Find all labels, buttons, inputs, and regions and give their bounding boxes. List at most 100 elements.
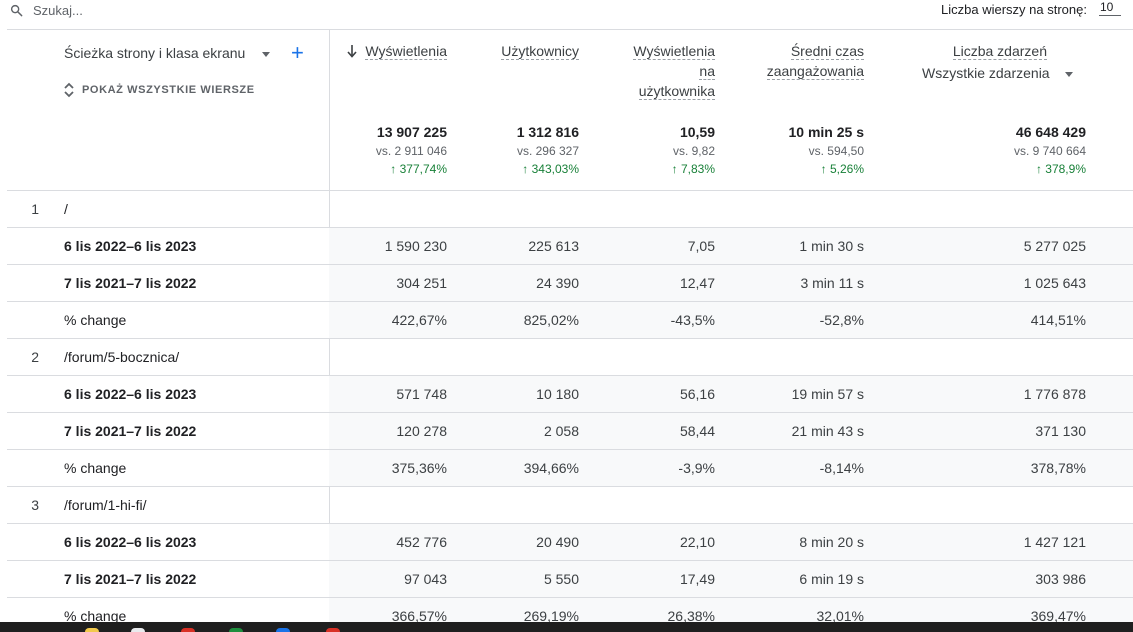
total-comparison: vs. 9 740 664 (1013, 144, 1086, 158)
total-value: 13 907 225 (376, 124, 447, 140)
dimension-selector[interactable]: Ścieżka strony i klasa ekranu (64, 45, 245, 61)
cell-users: 10 180 (536, 386, 579, 402)
cell-views: 571 748 (396, 386, 447, 402)
column-header-label: zaangażowania (766, 63, 864, 80)
cell-event-count: 369,47% (1030, 608, 1086, 622)
table-row-page[interactable]: 3 /forum/1-hi-fi/ (7, 486, 1133, 523)
cell-avg-engagement: -52,8% (819, 312, 864, 328)
cell-event-count: 371 130 (1035, 423, 1086, 439)
column-header-views-per-user[interactable]: Wyświetlenia na użytkownika (600, 41, 715, 101)
column-header-avg-engagement[interactable]: Średni czas zaangażowania (740, 41, 864, 81)
folder-icon[interactable] (85, 628, 99, 632)
cell-avg-engagement: 21 min 43 s (791, 423, 864, 439)
table-row-page[interactable]: 2 /forum/5-bocznica/ (7, 338, 1133, 375)
total-change: ↑ 343,03% (522, 162, 579, 176)
cell-event-count: 303 986 (1035, 571, 1086, 587)
cell-event-count: 1 776 878 (1023, 386, 1086, 402)
cell-avg-engagement: -8,14% (819, 460, 864, 476)
column-header-label: użytkownika (638, 83, 715, 100)
app-icon[interactable] (276, 628, 290, 632)
period-label: 6 lis 2022–6 lis 2023 (64, 534, 197, 550)
table-row-page[interactable]: 1 / (7, 190, 1133, 227)
period-label: 7 lis 2021–7 lis 2022 (64, 423, 197, 439)
cell-event-count: 378,78% (1030, 460, 1086, 476)
period-label: 7 lis 2021–7 lis 2022 (64, 275, 197, 291)
search-icon[interactable] (10, 4, 23, 17)
cell-avg-engagement: 1 min 30 s (799, 238, 864, 254)
total-value: 1 312 816 (516, 124, 579, 140)
header-divider (7, 29, 1133, 30)
cell-avg-engagement: 19 min 57 s (791, 386, 864, 402)
total-views-per-user: 10,59 vs. 9,82 ↑ 7,83% (600, 124, 715, 176)
app-icon[interactable] (229, 628, 243, 632)
cell-users: 20 490 (536, 534, 579, 550)
total-change: ↑ 377,74% (390, 162, 447, 176)
column-header-label: Liczba zdarzeń (952, 43, 1047, 60)
cell-avg-engagement: 6 min 19 s (799, 571, 864, 587)
browser-icon[interactable] (326, 628, 340, 632)
change-label: % change (64, 608, 127, 622)
cell-users: 269,19% (523, 608, 579, 622)
cell-event-count: 1 025 643 (1023, 275, 1086, 291)
row-index: 2 (31, 349, 39, 365)
column-header-label: Średni czas (790, 43, 864, 60)
cell-views: 120 278 (396, 423, 447, 439)
taskbar (0, 622, 1133, 632)
app-icon[interactable] (131, 628, 145, 632)
cell-users: 5 550 (543, 571, 579, 587)
cell-avg-engagement: 32,01% (816, 608, 864, 622)
cell-views-per-user: -3,9% (678, 460, 715, 476)
cell-views-per-user: 26,38% (667, 608, 715, 622)
total-users: 1 312 816 vs. 296 327 ↑ 343,03% (470, 124, 579, 176)
cell-views-per-user: 58,44 (679, 423, 715, 439)
chevron-down-icon[interactable] (1065, 72, 1073, 77)
table-row-current-period: 6 lis 2022–6 lis 2023 571 748 10 180 56,… (7, 375, 1133, 412)
column-header-label: na (699, 63, 715, 80)
period-label: 6 lis 2022–6 lis 2023 (64, 238, 197, 254)
cell-users: 2 058 (543, 423, 579, 439)
cell-users: 24 390 (536, 275, 579, 291)
total-comparison: vs. 296 327 (516, 144, 579, 158)
toolbar: Liczba wierszy na stronę: 10 (0, 0, 1133, 22)
row-index: 1 (31, 201, 39, 217)
change-label: % change (64, 460, 127, 476)
show-all-rows-button[interactable]: POKAŻ WSZYSTKIE WIERSZE (82, 84, 255, 96)
total-views: 13 907 225 vs. 2 911 046 ↑ 377,74% (340, 124, 447, 176)
rows-per-page-select[interactable]: 10 (1099, 0, 1121, 16)
event-selector[interactable]: Wszystkie zdarzenia (922, 65, 1050, 81)
period-label: 6 lis 2022–6 lis 2023 (64, 386, 197, 402)
cell-views-per-user: 56,16 (679, 386, 715, 402)
total-value: 10 min 25 s (788, 124, 865, 140)
cell-users: 825,02% (523, 312, 579, 328)
table-row-change: % change 375,36% 394,66% -3,9% -8,14% 37… (7, 449, 1133, 486)
page-path: /forum/5-bocznica/ (64, 349, 180, 365)
total-value: 10,59 (679, 124, 715, 140)
period-label: 7 lis 2021–7 lis 2022 (64, 571, 197, 587)
table-row-current-period: 6 lis 2022–6 lis 2023 452 776 20 490 22,… (7, 523, 1133, 560)
cell-users: 225 613 (528, 238, 579, 254)
chevron-down-icon[interactable] (262, 52, 270, 57)
cell-views: 422,67% (391, 312, 447, 328)
table-row-previous-period: 7 lis 2021–7 lis 2022 120 278 2 058 58,4… (7, 412, 1133, 449)
cell-event-count: 5 277 025 (1023, 238, 1086, 254)
add-dimension-button[interactable]: + (291, 42, 304, 64)
expand-icon[interactable] (63, 82, 75, 98)
column-header-label: Wyświetlenia (365, 43, 447, 60)
app-icon[interactable] (181, 628, 195, 632)
column-header-label: Użytkownicy (501, 43, 579, 60)
table-row-previous-period: 7 lis 2021–7 lis 2022 97 043 5 550 17,49… (7, 560, 1133, 597)
total-event-count: 46 648 429 vs. 9 740 664 ↑ 378,9% (940, 124, 1086, 176)
column-header-users[interactable]: Użytkownicy (470, 41, 579, 61)
cell-views-per-user: 12,47 (679, 275, 715, 291)
column-header-event-count[interactable]: Liczba zdarzeń (900, 41, 1047, 61)
column-header-views[interactable]: Wyświetlenia (346, 41, 447, 61)
total-avg-engagement: 10 min 25 s vs. 594,50 ↑ 5,26% (740, 124, 865, 176)
search-input[interactable] (33, 1, 333, 19)
change-label: % change (64, 312, 127, 328)
cell-views-per-user: 7,05 (687, 238, 715, 254)
cell-views-per-user: 17,49 (679, 571, 715, 587)
cell-views: 1 590 230 (384, 238, 447, 254)
cell-views: 97 043 (404, 571, 447, 587)
page-path: / (64, 201, 68, 217)
cell-event-count: 1 427 121 (1023, 534, 1086, 550)
